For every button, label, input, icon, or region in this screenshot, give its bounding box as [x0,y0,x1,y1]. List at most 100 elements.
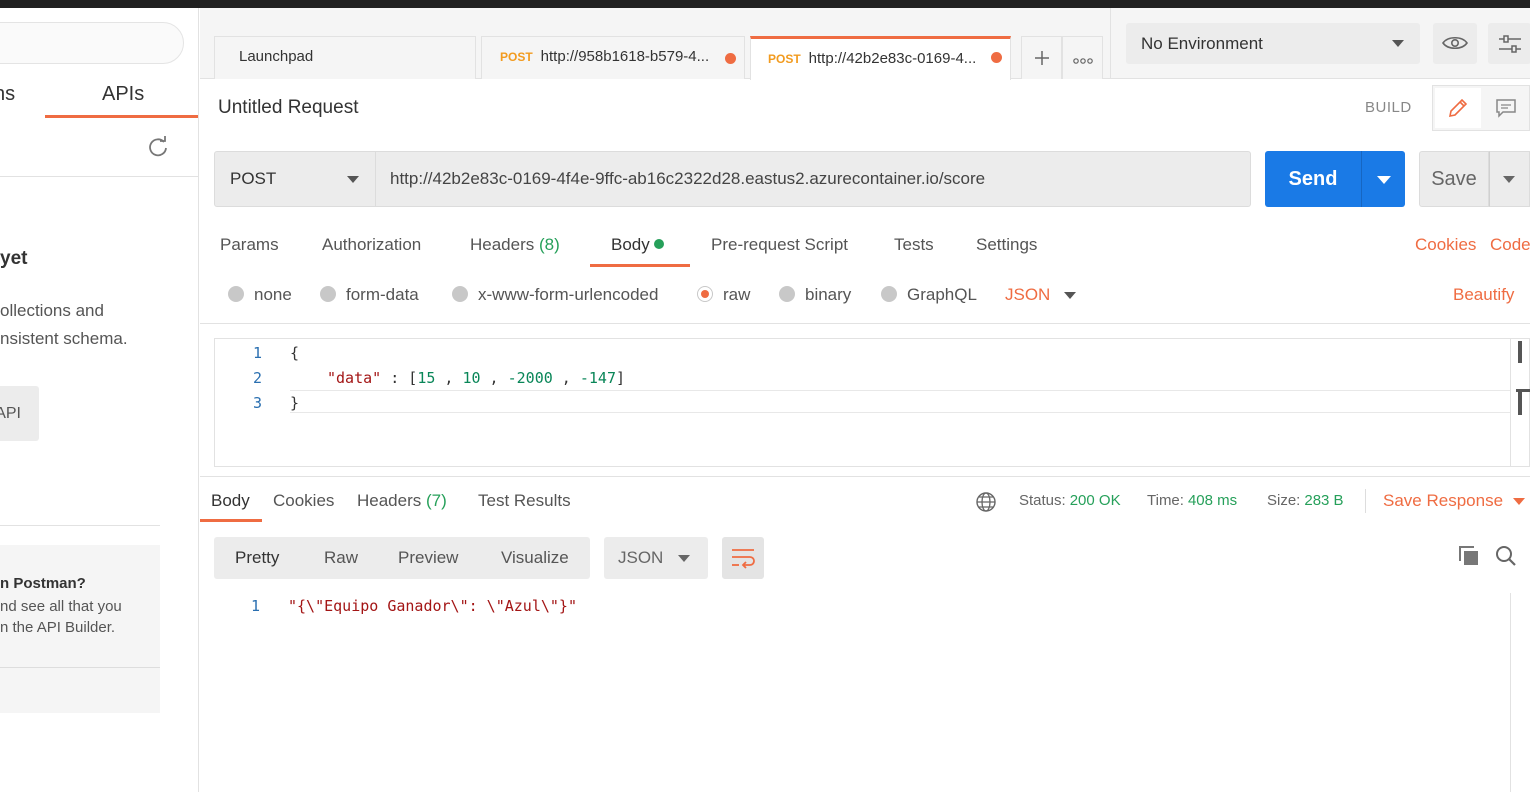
size-label: Size: [1267,492,1301,509]
status-label: Status: [1019,492,1066,509]
radio-button[interactable] [881,286,897,302]
tab-params[interactable]: Params [220,235,279,255]
environment-bar: No Environment [1110,8,1530,79]
body-type-form-data[interactable]: form-data [320,285,419,305]
radio-label: x-www-form-urlencoded [478,285,659,304]
radio-button-selected[interactable] [697,286,713,302]
body-type-graphql[interactable]: GraphQL [881,285,977,305]
tab-request-2[interactable]: POST http://42b2e83c-0169-4... [750,36,1011,80]
tab-prerequest-script[interactable]: Pre-request Script [711,235,848,255]
tab-label: Body [611,235,650,254]
globe-icon[interactable] [975,491,997,513]
search-icon[interactable] [1495,545,1517,567]
sidebar-empty-heading: yet [0,248,28,269]
method-select[interactable]: POST [214,151,376,207]
sidebar-promo-card: n Postman? nd see all that you n the API… [0,545,160,713]
radio-button[interactable] [452,286,468,302]
response-tab-cookies[interactable]: Cookies [273,491,334,511]
request-title[interactable]: Untitled Request [218,97,358,119]
sidebar-tab-indicator [45,115,198,118]
code-line: "data" : [15 , 10 , -2000 , -147] [327,369,625,387]
tab-tests[interactable]: Tests [894,235,934,255]
environment-quick-look-button[interactable] [1433,23,1477,64]
tab-body[interactable]: Body [611,235,664,255]
tab-authorization[interactable]: Authorization [322,235,421,255]
size-value: 283 B [1304,492,1344,509]
beautify-link[interactable]: Beautify [1453,285,1514,305]
code-link[interactable]: Code [1490,235,1530,255]
sidebar-tab-collections[interactable]: ns [0,83,15,106]
response-language-select[interactable]: JSON [604,537,708,579]
tab-options-button[interactable] [1062,36,1103,79]
tab-request-1[interactable]: POST http://958b1618-b579-4... [481,36,745,79]
view-preview-button[interactable]: Preview [398,537,458,579]
response-tab-body[interactable]: Body [211,491,250,511]
json-punct: , [435,369,463,387]
view-visualize-button[interactable]: Visualize [501,537,569,579]
sidebar-search-input[interactable] [0,22,184,64]
tab-settings[interactable]: Settings [976,235,1037,255]
edit-mode-button[interactable] [1435,88,1481,128]
sidebar-tab-apis[interactable]: APIs [102,83,144,106]
radio-label: binary [805,285,852,304]
tab-label: Headers [357,491,422,510]
tab-label: http://958b1618-b579-4... [540,48,710,65]
refresh-icon[interactable] [147,136,169,158]
json-number: -2000 [507,369,553,387]
radio-button[interactable] [228,286,244,302]
editor-scrollbar[interactable] [1510,339,1511,466]
save-button[interactable]: Save [1419,151,1489,207]
body-language-select[interactable]: JSON [1005,285,1050,305]
response-tab-headers[interactable]: Headers (7) [357,491,447,511]
body-type-urlencoded[interactable]: x-www-form-urlencoded [452,285,658,305]
body-type-raw[interactable]: raw [697,285,750,305]
chevron-down-icon [347,176,359,183]
body-type-binary[interactable]: binary [779,285,851,305]
chevron-down-icon[interactable] [1513,498,1525,505]
response-scrollbar[interactable] [1510,593,1511,792]
description-line: ollections and [0,301,104,320]
send-button[interactable]: Send [1265,151,1361,207]
body-tab-indicator [590,264,690,267]
meta-divider [1365,489,1366,513]
wrap-icon [732,549,755,569]
comment-icon [1496,99,1516,118]
code-line: } [290,394,300,412]
comments-button[interactable] [1483,88,1529,128]
tab-method: POST [768,52,801,66]
line-number: 3 [252,394,262,412]
radio-button[interactable] [779,286,795,302]
url-input[interactable]: http://42b2e83c-0169-4f4e-9ffc-ab16c2322… [375,151,1251,207]
chevron-down-icon[interactable] [1064,292,1076,299]
view-raw-button[interactable]: Raw [324,537,358,579]
manage-environments-button[interactable] [1488,23,1530,64]
view-pretty-button[interactable]: Pretty [235,537,279,579]
cookies-link[interactable]: Cookies [1415,235,1476,255]
response-tab-test-results[interactable]: Test Results [478,491,571,511]
promo-line: nd see all that you [0,598,122,615]
tab-launchpad[interactable]: Launchpad [214,36,476,79]
promo-title: n Postman? [0,575,86,592]
tab-headers[interactable]: Headers (8) [470,235,560,255]
save-response-button[interactable]: Save Response [1383,491,1503,511]
send-options-button[interactable] [1361,151,1405,207]
line-number: 2 [252,369,262,387]
editor-scroll-marker [1518,341,1522,363]
json-punct: , [552,369,580,387]
create-api-button[interactable]: API [0,386,39,441]
code-line: { [290,344,300,362]
new-tab-button[interactable] [1021,36,1062,79]
build-mode-label: BUILD [1365,99,1412,116]
environment-select[interactable]: No Environment [1126,23,1420,64]
section-divider [200,323,1530,324]
save-options-button[interactable] [1489,151,1530,207]
radio-label: none [254,285,292,304]
radio-button[interactable] [320,286,336,302]
wrap-lines-button[interactable] [722,537,764,579]
sidebar: ns APIs yet ollections and nsistent sche… [0,8,199,792]
sidebar-divider [0,176,198,177]
response-divider [200,476,1530,477]
copy-icon[interactable] [1458,545,1480,567]
mode-toggle [1432,85,1530,131]
body-type-none[interactable]: none [228,285,292,305]
